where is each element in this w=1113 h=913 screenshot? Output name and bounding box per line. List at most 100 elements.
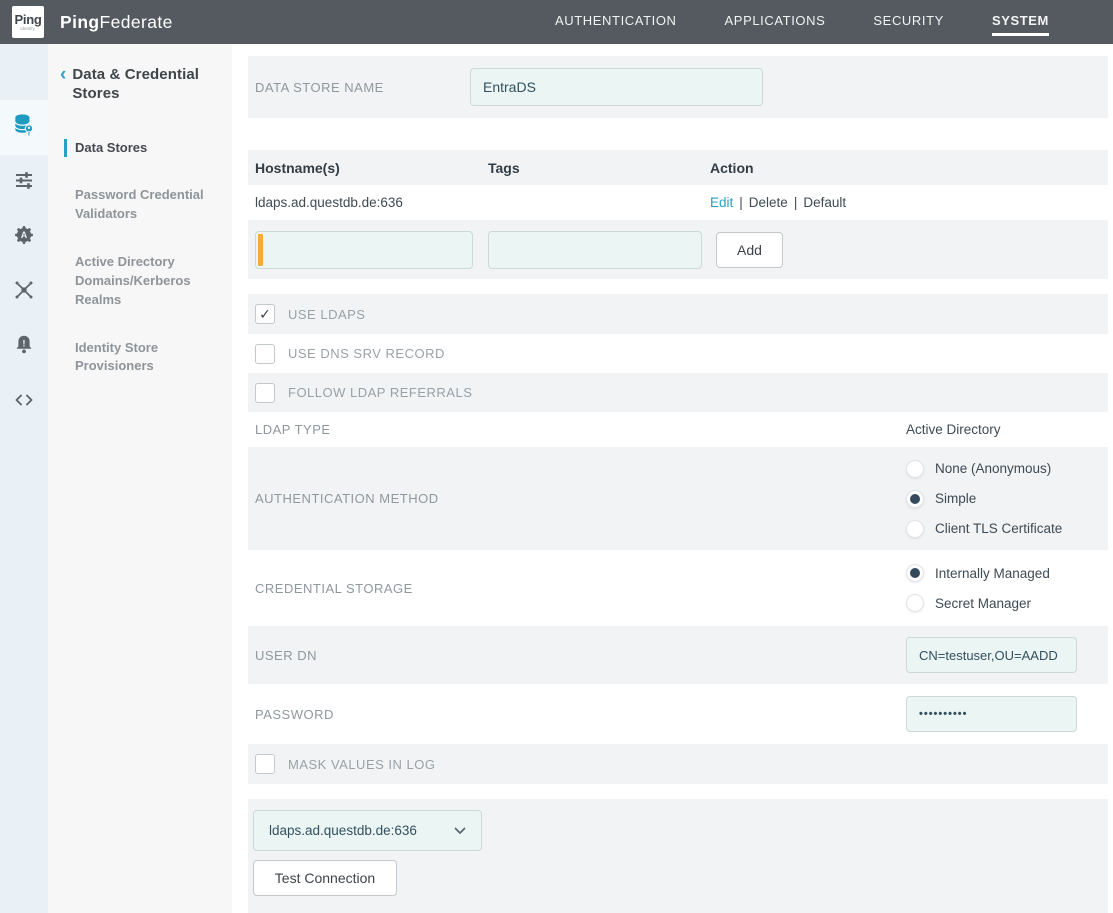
sidebar-title: Data & Credential Stores — [72, 66, 218, 104]
storage-secret-manager-radio[interactable] — [906, 594, 924, 612]
app-title: PingFederate — [60, 12, 173, 33]
mask-values-label: MASK VALUES IN LOG — [288, 757, 435, 772]
credential-storage-options: Internally Managed Secret Manager — [906, 558, 1050, 618]
rail-item-server-configuration[interactable] — [0, 155, 48, 210]
authentication-method-row: AUTHENTICATION METHOD None (Anonymous) S… — [248, 447, 1108, 550]
auth-none-label: None (Anonymous) — [935, 461, 1051, 476]
credential-storage-label: CREDENTIAL STORAGE — [248, 581, 413, 596]
database-key-icon — [11, 112, 37, 143]
host-select-dropdown[interactable]: ldaps.ad.questdb.de:636 — [253, 810, 482, 851]
use-dns-srv-row: ✓ USE DNS SRV RECORD — [248, 334, 1108, 373]
data-store-name-input[interactable]: EntraDS — [470, 68, 763, 106]
svg-text:!: ! — [22, 338, 25, 349]
host-select-value: ldaps.ad.questdb.de:636 — [269, 823, 417, 838]
nav-authentication[interactable]: AUTHENTICATION — [555, 9, 677, 36]
follow-ldap-referrals-checkbox[interactable]: ✓ — [255, 383, 275, 403]
code-brackets-icon — [12, 388, 36, 417]
test-connection-section: ldaps.ad.questdb.de:636 Test Connection — [248, 799, 1108, 913]
edit-link[interactable]: Edit — [710, 195, 733, 210]
storage-internal-label: Internally Managed — [935, 566, 1050, 581]
action-column-header: Action — [710, 160, 1108, 176]
storage-secret-manager-label: Secret Manager — [935, 596, 1031, 611]
use-dns-srv-label: USE DNS SRV RECORD — [288, 346, 445, 361]
rail-item-notifications[interactable]: ! — [0, 320, 48, 375]
use-dns-srv-checkbox[interactable]: ✓ — [255, 344, 275, 364]
action-cell: Edit | Delete | Default — [710, 195, 1108, 210]
app-window: Ping Identity. PingFederate AUTHENTICATI… — [0, 0, 1113, 913]
auth-client-tls-radio[interactable] — [906, 520, 924, 538]
mask-values-checkbox[interactable]: ✓ — [255, 754, 275, 774]
auth-simple-label: Simple — [935, 491, 976, 506]
hosts-table-row: ldaps.ad.questdb.de:636 Edit | Delete | Defa… — [248, 185, 1108, 220]
auth-option-none[interactable]: None (Anonymous) — [906, 454, 1062, 484]
tags-column-header: Tags — [488, 160, 710, 176]
sidebar-list: Data Stores Password Credential Validato… — [60, 139, 218, 377]
hosts-table-header: Hostname(s) Tags Action — [248, 150, 1108, 185]
back-chevron-icon[interactable]: ‹ — [60, 66, 66, 104]
auth-client-tls-label: Client TLS Certificate — [935, 521, 1062, 536]
logo-text: Ping — [15, 13, 42, 26]
test-connection-button[interactable]: Test Connection — [253, 860, 397, 896]
storage-option-internal[interactable]: Internally Managed — [906, 558, 1050, 588]
bell-alert-icon: ! — [12, 333, 36, 362]
network-nodes-icon — [12, 278, 36, 307]
logo-subtext: Identity. — [20, 27, 35, 32]
icon-rail: A — [0, 44, 48, 913]
rail-item-admin-operations[interactable]: A — [0, 210, 48, 265]
password-input[interactable]: •••••••••• — [906, 696, 1077, 732]
password-label: PASSWORD — [248, 707, 334, 722]
add-button[interactable]: Add — [716, 232, 783, 268]
password-row: PASSWORD •••••••••• — [248, 684, 1108, 744]
auth-option-simple[interactable]: Simple — [906, 484, 1062, 514]
use-ldaps-checkbox[interactable]: ✓ — [255, 304, 275, 324]
rail-item-external-systems[interactable] — [0, 265, 48, 320]
sidebar-item-identity-store-provisioners[interactable]: Identity Store Provisioners — [64, 339, 218, 377]
user-dn-row: USER DN CN=testuser,OU=AADD — [248, 626, 1108, 684]
nav-applications[interactable]: APPLICATIONS — [725, 9, 826, 36]
new-hostname-input[interactable] — [255, 231, 473, 269]
sidebar-item-password-credential-validators[interactable]: Password Credential Validators — [64, 186, 218, 224]
sidebar: ‹ Data & Credential Stores Data Stores P… — [48, 44, 232, 913]
auth-none-radio[interactable] — [906, 460, 924, 478]
sidebar-item-ad-domains-kerberos-realms[interactable]: Active Directory Domains/Kerberos Realms — [64, 253, 218, 310]
rail-item-data-stores[interactable] — [0, 100, 48, 155]
storage-internal-radio[interactable] — [906, 564, 924, 582]
svg-text:A: A — [21, 230, 28, 240]
use-ldaps-row: ✓ USE LDAPS — [248, 294, 1108, 334]
nav-security[interactable]: SECURITY — [873, 9, 944, 36]
follow-ldap-referrals-row: ✓ FOLLOW LDAP REFERRALS — [248, 373, 1108, 412]
auth-simple-radio[interactable] — [906, 490, 924, 508]
delete-link[interactable]: Delete — [749, 195, 788, 210]
hostname-cell: ldaps.ad.questdb.de:636 — [248, 195, 488, 210]
main-content: DATA STORE NAME EntraDS Hostname(s) Tags… — [232, 44, 1113, 913]
ldap-type-label: LDAP TYPE — [248, 422, 331, 437]
storage-option-secret-manager[interactable]: Secret Manager — [906, 588, 1050, 618]
add-host-row: Add — [248, 220, 1108, 279]
nav-system[interactable]: SYSTEM — [992, 9, 1049, 36]
new-tags-input[interactable] — [488, 231, 702, 269]
sidebar-item-data-stores[interactable]: Data Stores — [64, 139, 218, 158]
user-dn-input[interactable]: CN=testuser,OU=AADD — [906, 637, 1077, 673]
follow-ldap-referrals-label: FOLLOW LDAP REFERRALS — [288, 385, 472, 400]
sliders-icon — [12, 168, 36, 197]
auth-option-client-tls[interactable]: Client TLS Certificate — [906, 514, 1062, 544]
ping-logo[interactable]: Ping Identity. — [12, 6, 44, 38]
credential-storage-row: CREDENTIAL STORAGE Internally Managed Se… — [248, 550, 1108, 626]
hostname-column-header: Hostname(s) — [248, 160, 488, 176]
authentication-method-label: AUTHENTICATION METHOD — [248, 491, 439, 506]
action-separator: | — [794, 195, 798, 210]
authentication-method-options: None (Anonymous) Simple Client TLS Certi… — [906, 454, 1062, 544]
app-title-light: Federate — [100, 12, 173, 32]
top-nav: AUTHENTICATION APPLICATIONS SECURITY SYS… — [555, 9, 1113, 36]
default-link[interactable]: Default — [803, 195, 846, 210]
gear-a-icon: A — [12, 223, 36, 252]
rail-item-api-code[interactable] — [0, 375, 48, 430]
data-store-name-row: DATA STORE NAME EntraDS — [248, 56, 1108, 118]
action-separator: | — [739, 195, 743, 210]
ldap-type-value: Active Directory — [906, 422, 1001, 437]
user-dn-label: USER DN — [248, 648, 317, 663]
top-header: Ping Identity. PingFederate AUTHENTICATI… — [0, 0, 1113, 44]
ldap-type-row: LDAP TYPE Active Directory — [248, 412, 1108, 447]
mask-values-row: ✓ MASK VALUES IN LOG — [248, 744, 1108, 784]
data-store-name-label: DATA STORE NAME — [248, 80, 384, 95]
